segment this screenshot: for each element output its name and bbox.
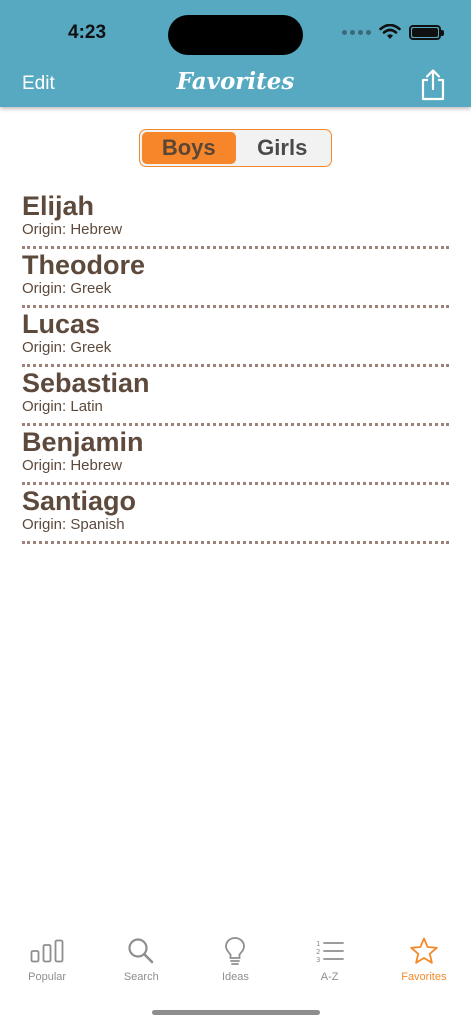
favorites-list: Elijah Origin: Hebrew Theodore Origin: G… — [22, 190, 449, 544]
search-icon — [128, 938, 154, 964]
list-item[interactable]: Lucas Origin: Greek — [22, 308, 449, 367]
origin-label: Origin: Latin — [22, 398, 103, 415]
svg-text:1: 1 — [316, 940, 320, 948]
svg-text:3: 3 — [316, 956, 320, 964]
list-item[interactable]: Theodore Origin: Greek — [22, 249, 449, 308]
origin-label: Origin: Hebrew — [22, 221, 123, 238]
tab-bar: Popular Search Ideas 1 2 3 A-Z Favorites — [0, 935, 471, 995]
name-label: Theodore — [22, 250, 146, 280]
bar-chart-icon — [30, 939, 64, 963]
list-item[interactable]: Benjamin Origin: Hebrew — [22, 426, 449, 485]
tab-label: Ideas — [222, 971, 249, 983]
list-item[interactable]: Santiago Origin: Spanish — [22, 485, 449, 544]
svg-text:2: 2 — [316, 948, 320, 956]
battery-icon — [409, 24, 444, 40]
tab-label: A-Z — [320, 971, 339, 983]
gender-segmented-control: Boys Girls — [139, 129, 332, 167]
name-label: Santiago — [22, 486, 137, 516]
name-label: Sebastian — [22, 368, 150, 398]
name-label: Benjamin — [22, 427, 144, 457]
origin-label: Origin: Greek — [22, 339, 112, 356]
origin-label: Origin: Hebrew — [22, 457, 123, 474]
cellular-signal-icon — [342, 29, 371, 35]
tab-a-z[interactable]: 1 2 3 A-Z — [283, 935, 377, 995]
list-item[interactable]: Sebastian Origin: Latin — [22, 367, 449, 426]
status-icons — [342, 24, 444, 40]
name-label: Elijah — [22, 191, 95, 221]
list-item[interactable]: Elijah Origin: Hebrew — [22, 190, 449, 249]
star-icon — [410, 937, 438, 964]
tab-label: Popular — [28, 971, 67, 983]
tab-search[interactable]: Search — [94, 935, 188, 995]
origin-label: Origin: Greek — [22, 280, 112, 297]
lightbulb-icon — [225, 937, 246, 965]
origin-label: Origin: Spanish — [22, 516, 125, 533]
share-icon[interactable] — [419, 68, 447, 102]
numbered-list-icon: 1 2 3 — [316, 940, 344, 964]
tab-favorites[interactable]: Favorites — [377, 935, 471, 995]
dynamic-island — [168, 15, 303, 55]
page-title: Favorites — [176, 68, 295, 95]
tab-label: Favorites — [401, 971, 447, 983]
segment-girls[interactable]: Girls — [236, 132, 330, 164]
tab-label: Search — [123, 971, 159, 983]
home-indicator — [152, 1010, 320, 1015]
navigation-header: 4:23 Edit Favorites — [0, 0, 471, 107]
tab-popular[interactable]: Popular — [0, 935, 94, 995]
status-time: 4:23 — [68, 22, 107, 43]
name-label: Lucas — [22, 309, 101, 339]
tab-ideas[interactable]: Ideas — [188, 935, 282, 995]
wifi-icon — [379, 24, 401, 39]
segment-boys[interactable]: Boys — [142, 132, 236, 164]
